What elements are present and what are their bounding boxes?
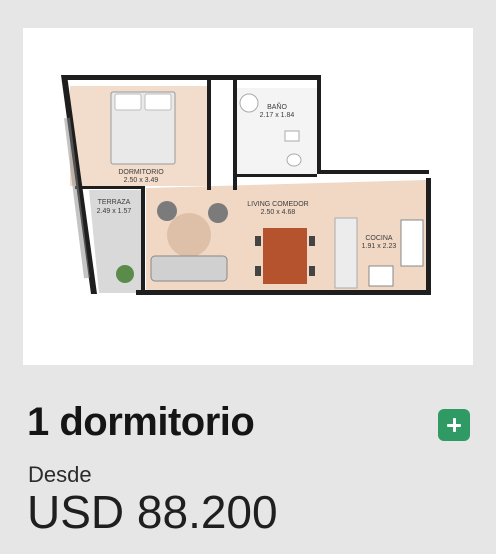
dormitorio-label: DORMITORIO [118, 169, 164, 176]
cocina-label: COCINA [365, 235, 393, 242]
living-label: LIVING COMEDOR [247, 201, 308, 208]
living-size: 2.50 x 4.68 [261, 209, 296, 216]
add-button[interactable] [438, 409, 470, 441]
unit-card: DORMITORIO 2.50 x 3.49 BAÑO 2.17 x 1.84 … [0, 0, 496, 554]
floor-plan-drawing: DORMITORIO 2.50 x 3.49 BAÑO 2.17 x 1.84 … [61, 75, 431, 295]
terraza-size: 2.49 x 1.57 [97, 208, 132, 215]
cocina-size: 1.91 x 2.23 [362, 243, 397, 250]
bano-size: 2.17 x 1.84 [260, 112, 295, 119]
bano-label: BAÑO [267, 102, 287, 111]
dormitorio-size: 2.50 x 3.49 [124, 177, 159, 184]
floor-plan-image[interactable]: DORMITORIO 2.50 x 3.49 BAÑO 2.17 x 1.84 … [23, 28, 473, 365]
terraza-label: TERRAZA [98, 199, 131, 206]
unit-title: 1 dormitorio [27, 400, 255, 444]
price-value: USD 88.200 [27, 486, 278, 538]
